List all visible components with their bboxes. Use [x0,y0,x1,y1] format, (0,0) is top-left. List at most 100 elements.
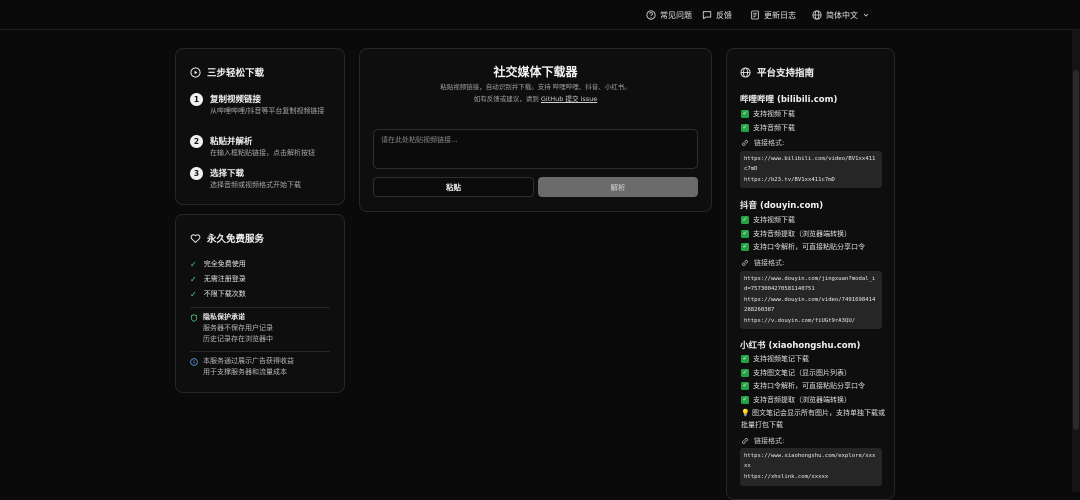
nav-feedback[interactable]: 反馈 [702,9,732,21]
url-input[interactable] [373,129,698,169]
steps-card-title-text: 三步轻松下载 [207,68,265,79]
nav-changelog[interactable]: 更新日志 [750,9,796,21]
page-subtitle: 粘贴视频链接，自动识别并下载。支持 哔哩哔哩、抖音、小红书。 [440,83,631,91]
free-item-label: 完全免费使用 [203,260,246,268]
free-service-card: 永久免费服务 ✓ 完全免费使用 ✓ 无需注册登录 ✓ 不限下载次数 隐私保护承诺 服务… [175,214,345,393]
message-icon [702,11,712,20]
free-item: ✓ 无需注册登录 [190,274,246,284]
image-note-tip: 💡 图文笔记会显示所有图片，支持单独下载或批量打包下载 [741,409,885,429]
checkbox-icon: ✓ [741,110,749,118]
divider [190,351,330,352]
play-circle-icon [190,66,201,78]
link-example: https://www.xiaohongshu.com/explore/xxxx… [744,453,876,469]
feature-item: ✓ 支持音频下载 [741,123,795,133]
checkbox-icon: ✓ [741,369,749,377]
format-label: 链接格式: [741,436,784,446]
step-number: 1 [190,93,203,106]
checkbox-icon: ✓ [741,382,749,390]
checkbox-icon: ✓ [741,230,749,238]
feature-label: 支持口令解析，可直接粘贴分享口令 [753,243,865,251]
feature-item: ✓ 支持图文笔记（显示图片列表） [741,368,851,378]
language-selector[interactable]: 简体中文 [812,9,870,21]
feature-item: ✓ 支持视频下载 [741,109,795,119]
check-icon: ✓ [190,274,197,284]
link-icon [742,438,748,444]
step-desc: 从哔哩哔哩/抖音等平台复制视频链接 [210,107,325,115]
free-item-label: 不限下载次数 [203,290,246,298]
globe-icon [812,10,822,20]
help-circle-icon [646,10,656,20]
github-issue-link[interactable]: GitHub 提交 issue [541,95,597,103]
step-title: 选择下载 [210,169,245,179]
guide-title: 平台支持指南 [740,65,814,79]
scrollbar-thumb[interactable] [1073,70,1079,430]
top-nav: 常见问题 反馈 更新日志 简体中文 [0,0,1080,30]
feature-item: ✓ 支持口令解析，可直接粘贴分享口令 [741,242,865,252]
feature-label: 支持图文笔记（显示图片列表） [753,369,851,377]
ad-note: 本服务通过展示广告获得收益 用于支撑服务器和流量成本 [190,356,294,378]
downloader-card: 社交媒体下载器 粘贴视频链接，自动识别并下载。支持 哔哩哔哩、抖音、小红书。 如… [359,48,712,212]
link-icon [742,260,748,266]
feature-label: 支持音频提取（浏览器端转换） [753,230,851,238]
feature-item: ✓ 支持音频提取（浏览器端转换） [741,229,851,239]
feature-item: ✓ 支持音频提取（浏览器端转换） [741,395,851,405]
free-card-title: 永久免费服务 [190,231,264,245]
heart-icon [190,233,201,243]
language-label: 简体中文 [826,10,858,20]
format-label: 链接格式: [741,138,784,148]
platform-name-bilibili: 哔哩哔哩 (bilibili.com) [740,95,838,105]
link-icon [742,140,748,146]
checkbox-icon: ✓ [741,355,749,363]
checkbox-icon: ✓ [741,216,749,224]
steps-card: 三步轻松下载 1 复制视频链接 从哔哩哔哩/抖音等平台复制视频链接 2 粘贴并解… [175,48,345,205]
chevron-down-icon [863,13,869,17]
step-title: 粘贴并解析 [210,137,253,147]
steps-card-title: 三步轻松下载 [190,65,264,79]
feature-item: ✓ 支持视频笔记下载 [741,354,809,364]
feedback-prefix: 如有反馈或建议，请到 [473,95,541,103]
free-item: ✓ 完全免费使用 [190,259,246,269]
link-format-box: https://www.xiaohongshu.com/explore/xxxx… [740,448,882,486]
ad-line: 用于支撑服务器和流量成本 [203,368,287,376]
free-item-label: 无需注册登录 [203,275,246,283]
nav-faq[interactable]: 常见问题 [646,9,692,21]
link-format-box: https://www.bilibili.com/video/BV1xx411c… [740,151,882,188]
format-label-text: 链接格式: [754,437,785,445]
feedback-line: 如有反馈或建议，请到 GitHub 提交 issue [360,93,711,103]
privacy-line: 服务器不保存用户记录 [203,324,273,332]
feature-label: 支持音频提取（浏览器端转换） [753,396,851,404]
document-icon [751,10,759,20]
feature-item: ✓ 支持口令解析，可直接粘贴分享口令 [741,381,865,391]
feature-item: ✓ 支持视频下载 [741,215,795,225]
feature-label: 支持音频下载 [753,124,795,132]
platform-name-xiaohongshu: 小红书 (xiaohongshu.com) [740,341,861,351]
privacy-line: 历史记录存在浏览器中 [203,335,273,343]
feature-label: 支持视频下载 [753,110,795,118]
globe-icon [740,66,751,78]
page-title: 社交媒体下载器 [493,65,578,79]
format-label: 链接格式: [741,258,784,268]
shield-icon [190,313,198,322]
privacy-note: 隐私保护承诺 服务器不保存用户记录 历史记录存在浏览器中 [190,312,273,345]
step-number: 2 [190,135,203,148]
page-scrollbar[interactable] [1072,30,1080,492]
link-example: https://www.bilibili.com/video/BV1xx411c… [744,156,876,172]
free-card-title-text: 永久免费服务 [207,234,265,245]
free-item: ✓ 不限下载次数 [190,289,246,299]
ad-line: 本服务通过展示广告获得收益 [203,357,294,365]
checkbox-icon: ✓ [741,124,749,132]
checkbox-icon: ✓ [741,396,749,404]
privacy-title: 隐私保护承诺 [203,313,245,321]
guide-title-text: 平台支持指南 [757,68,815,79]
nav-faq-label: 常见问题 [660,10,692,20]
step-desc: 选择音频或视频格式开始下载 [210,181,301,189]
parse-button[interactable]: 解析 [538,177,698,197]
link-example: https://www.douyin.com/jingxuan?modal_id… [744,276,876,292]
paste-button[interactable]: 粘贴 [373,177,534,197]
format-label-text: 链接格式: [754,259,785,267]
link-example: https://b23.tv/BV1xx411c7mD [744,177,835,183]
feature-label: 支持口令解析，可直接粘贴分享口令 [753,382,865,390]
step-number: 3 [190,167,203,180]
link-example: https://xhslink.com/xxxxx [744,474,829,480]
nav-changelog-label: 更新日志 [764,10,796,20]
